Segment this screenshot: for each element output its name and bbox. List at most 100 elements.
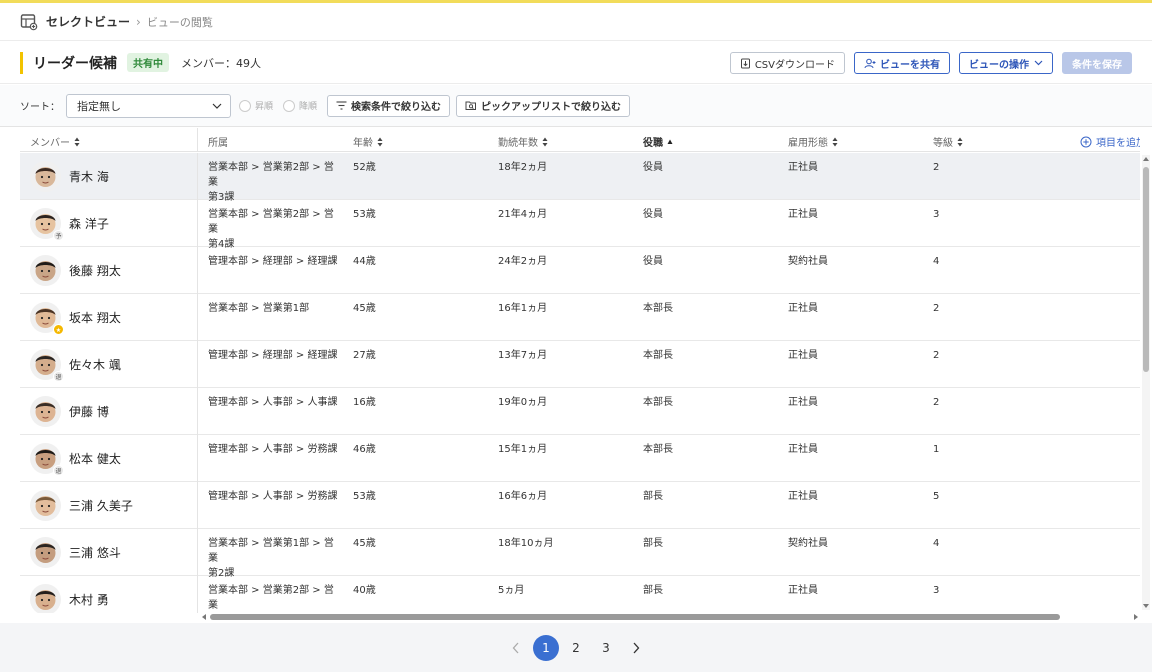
share-view-button[interactable]: ビューを共有 (854, 52, 950, 74)
member-name[interactable]: 木村 勇 (69, 591, 109, 608)
sort-select[interactable]: 指定無し (66, 93, 231, 118)
member-name[interactable]: 伊藤 博 (69, 403, 109, 420)
vertical-scroll-thumb[interactable] (1143, 167, 1149, 372)
member-cell[interactable]: 後藤 翔太 (20, 247, 198, 294)
member-cell[interactable]: 三浦 久美子 (20, 482, 198, 529)
title-actions: CSVダウンロード ビューを共有 ビューの操作 条件を保存 (729, 52, 1132, 74)
employment-cell: 契約社員 (788, 256, 828, 267)
table-row[interactable]: 三浦 久美子 管理本部 > 人事部 > 労務課 53歳 16年6ヵ月 部長 正社員 5 (20, 482, 1140, 529)
avatar (30, 584, 61, 613)
member-name[interactable]: 森 洋子 (69, 215, 109, 232)
member-name[interactable]: 青木 海 (69, 168, 109, 185)
vertical-scrollbar[interactable] (1142, 155, 1150, 610)
chevron-down-icon (1034, 60, 1043, 66)
avatar-photo (30, 537, 61, 568)
grade-cell: 4 (933, 256, 940, 267)
column-header-label: 雇用形態 (788, 138, 828, 149)
page-2-button[interactable]: 2 (563, 635, 589, 661)
column-header-member[interactable]: メンバー (30, 134, 80, 149)
member-cell[interactable]: 三浦 悠斗 (20, 529, 198, 576)
member-name[interactable]: 松本 健太 (69, 450, 121, 467)
department-line: 管理本部 > 経理部 > 経理課 (208, 256, 338, 267)
member-cell[interactable]: 伊藤 博 (20, 388, 198, 435)
table-row[interactable]: 青木 海 営業本部 > 営業第2部 > 営業 第3課 52歳 18年2ヵ月 役員 正社員 2 (20, 153, 1140, 203)
column-header-department[interactable]: 所属 (208, 134, 228, 149)
age-cell: 44歳 (353, 256, 376, 267)
member-name[interactable]: 後藤 翔太 (69, 262, 121, 279)
age-cell: 27歳 (353, 350, 376, 361)
shared-status-badge: 共有中 (127, 53, 169, 72)
employment-cell: 正社員 (788, 209, 818, 220)
sort-both-icon (832, 137, 838, 147)
column-header-grade[interactable]: 等級 (933, 134, 963, 149)
column-header-employment[interactable]: 雇用形態 (788, 134, 838, 149)
next-page-chevron-icon[interactable] (623, 635, 649, 661)
position-cell: 役員 (643, 162, 663, 173)
sort-desc-radio[interactable]: 降順 (283, 99, 317, 112)
avatar: ★ (30, 302, 64, 335)
age-cell: 53歳 (353, 491, 376, 502)
avatar-photo (30, 161, 61, 192)
table-row[interactable]: 伊藤 博 管理本部 > 人事部 > 人事課 16歳 19年0ヵ月 本部長 正社員 2 (20, 388, 1140, 435)
tenure-cell: 21年4ヵ月 (498, 209, 548, 220)
member-cell[interactable]: 木村 勇 (20, 576, 198, 613)
prev-page-chevron-icon[interactable] (503, 635, 529, 661)
view-operations-button[interactable]: ビューの操作 (959, 52, 1053, 74)
sort-both-icon (957, 137, 963, 147)
save-conditions-button[interactable]: 条件を保存 (1062, 52, 1132, 74)
member-cell[interactable]: 退松本 健太 (20, 435, 198, 482)
department-cell: 営業本部 > 営業第1部 > 営業 第2課 (208, 536, 343, 581)
member-name[interactable]: 坂本 翔太 (69, 309, 121, 326)
table-row[interactable]: 退松本 健太 管理本部 > 人事部 > 労務課 46歳 15年1ヵ月 本部長 正社員 1 (20, 435, 1140, 482)
chevron-down-icon (212, 99, 222, 112)
age-cell: 40歳 (353, 585, 376, 596)
horizontal-scrollbar[interactable] (200, 612, 1140, 622)
age-cell: 52歳 (353, 162, 376, 173)
tenure-cell: 18年10ヵ月 (498, 538, 554, 549)
sort-desc-label: 降順 (299, 102, 318, 112)
avatar-photo (30, 584, 61, 613)
position-cell: 本部長 (643, 397, 673, 408)
pickup-list-filter-label: ピックアップリストで絞り込む (481, 102, 622, 113)
table-row[interactable]: 三浦 悠斗 営業本部 > 営業第1部 > 営業 第2課 45歳 18年10ヵ月 部長 契約社… (20, 529, 1140, 579)
select-view-icon (20, 13, 38, 31)
search-condition-filter-button[interactable]: 検索条件で絞り込む (327, 94, 451, 117)
page-1-button[interactable]: 1 (533, 634, 559, 661)
member-cell[interactable]: 退佐々木 颯 (20, 341, 198, 388)
member-cell[interactable]: 青木 海 (20, 153, 198, 200)
table-row[interactable]: 退佐々木 颯管理本部 > 経理部 > 経理課 27歳 13年7ヵ月 本部長 正社員 2 (20, 341, 1140, 388)
member-cell[interactable]: ★ 坂本 翔太 (20, 294, 198, 341)
tenure-cell: 15年1ヵ月 (498, 444, 548, 455)
table-row[interactable]: ★ 坂本 翔太 営業本部 > 営業第1部 45歳 16年1ヵ月 本部長 正社員 2 (20, 294, 1140, 341)
avatar-photo (30, 255, 61, 286)
page-3-button[interactable]: 3 (593, 635, 619, 661)
pickup-list-filter-button[interactable]: ピックアップリストで絞り込む (456, 94, 631, 117)
horizontal-scroll-thumb[interactable] (210, 614, 1060, 620)
sort-asc-radio[interactable]: 昇順 (239, 99, 273, 112)
avatar: 退 (30, 443, 64, 476)
member-name[interactable]: 三浦 久美子 (69, 497, 133, 514)
member-name[interactable]: 三浦 悠斗 (69, 544, 121, 561)
employment-cell: 正社員 (788, 350, 818, 361)
app-title[interactable]: セレクトビュー (46, 13, 130, 30)
grade-cell: 2 (933, 397, 940, 408)
table-row[interactable]: 木村 勇 営業本部 > 営業第2部 > 営業第3課 40歳 5ヵ月 部長 正社員 3 (20, 576, 1140, 613)
column-header-position[interactable]: 役職 (643, 134, 673, 149)
grade-cell: 3 (933, 585, 940, 596)
member-name[interactable]: 佐々木 颯 (69, 356, 121, 373)
member-cell[interactable]: 予森 洋子 (20, 200, 198, 247)
scroll-right-arrow-icon[interactable] (1132, 613, 1140, 621)
column-header-age[interactable]: 年齢 (353, 134, 383, 149)
scroll-left-arrow-icon[interactable] (200, 613, 208, 621)
add-column-button[interactable]: 項目を追加 (1080, 134, 1140, 149)
tenure-cell: 16年6ヵ月 (498, 491, 548, 502)
scroll-up-arrow-icon[interactable] (1142, 155, 1150, 163)
csv-download-button[interactable]: CSVダウンロード (729, 52, 845, 74)
column-header-tenure[interactable]: 勤続年数 (498, 134, 548, 149)
scroll-down-arrow-icon[interactable] (1142, 602, 1150, 610)
breadcrumb-current: ビューの閲覧 (146, 15, 213, 29)
table-row[interactable]: 予森 洋子 営業本部 > 営業第2部 > 営業 第4課 53歳 21年4ヵ月 役員 正社員 3 (20, 200, 1140, 250)
avatar-photo (30, 490, 61, 521)
table-row[interactable]: 後藤 翔太 管理本部 > 経理部 > 経理課 44歳 24年2ヵ月 役員 契約社員 4 (20, 247, 1140, 294)
age-cell: 45歳 (353, 538, 376, 549)
